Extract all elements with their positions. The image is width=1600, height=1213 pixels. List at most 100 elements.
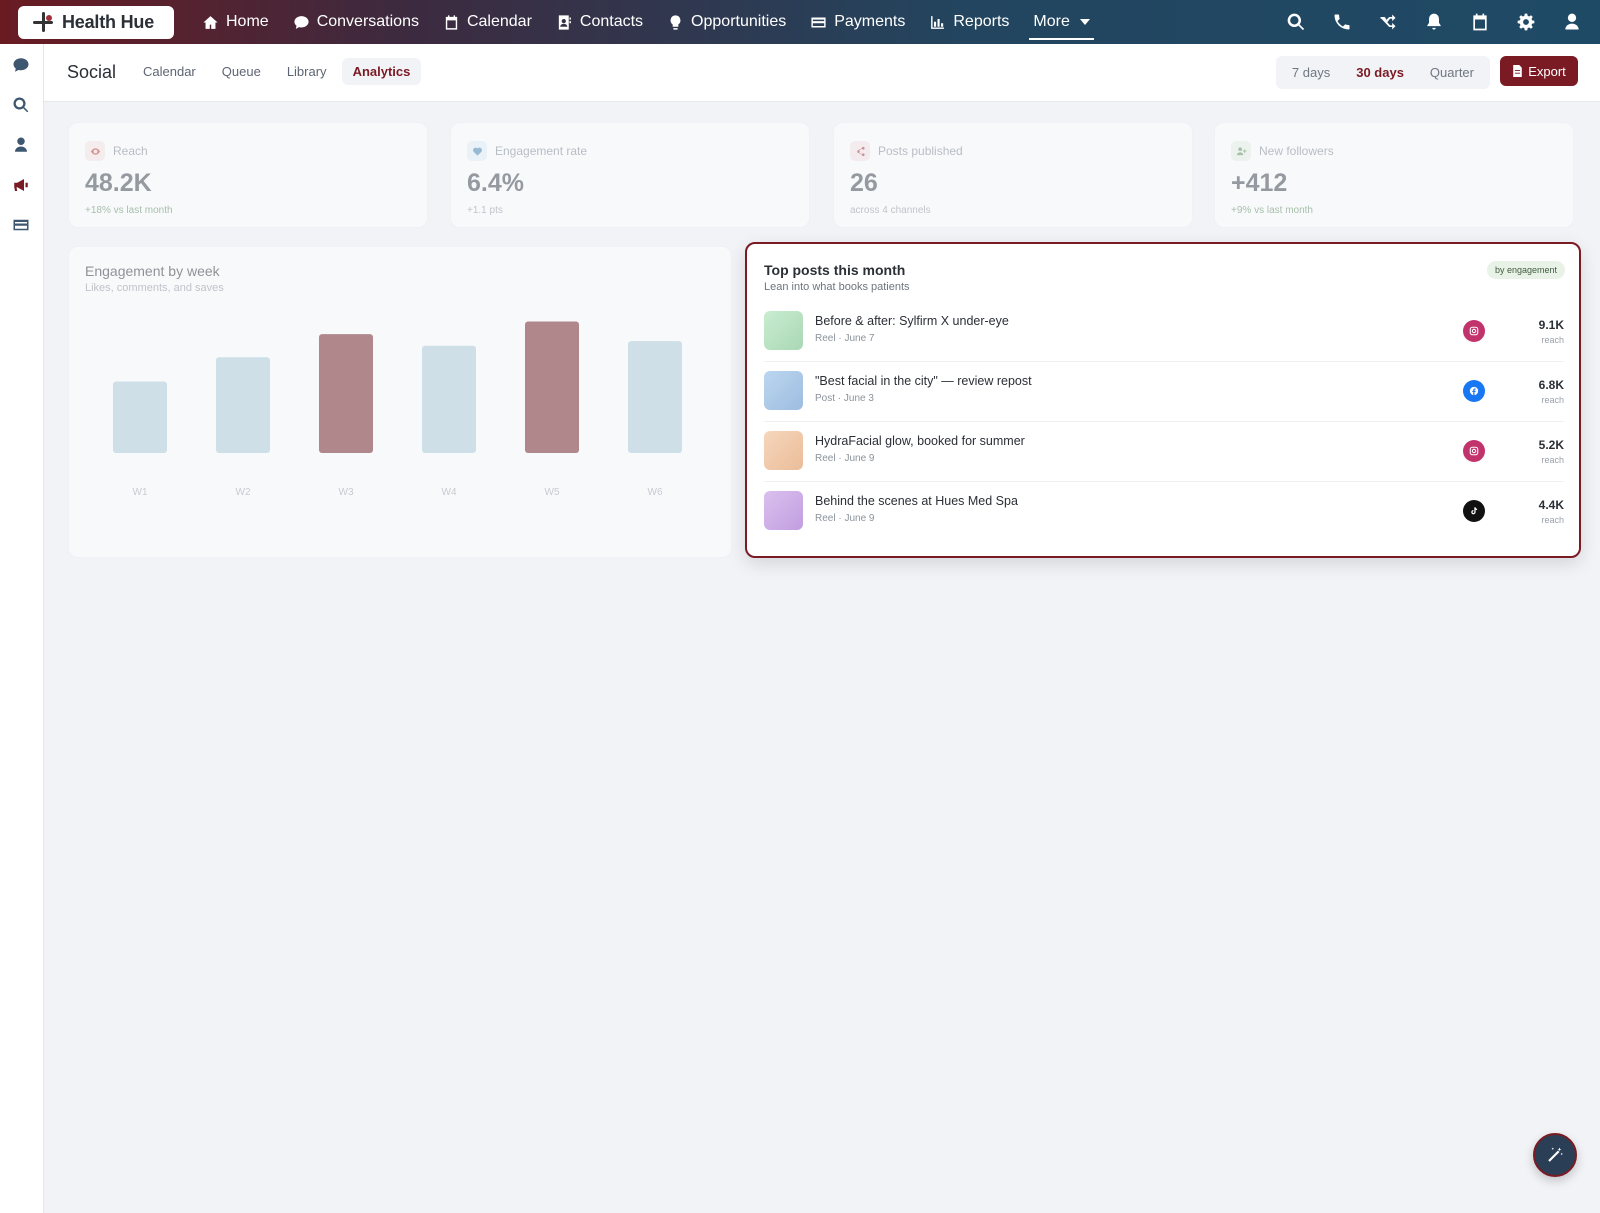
post-thumbnail bbox=[764, 311, 803, 350]
chart-bar-w2 bbox=[216, 357, 270, 453]
brand-logo[interactable]: Health Hue bbox=[18, 5, 174, 39]
engagement-chart-card: Engagement by week Likes, comments, and … bbox=[68, 246, 732, 558]
sub-header: Social Calendar Queue Library Analytics … bbox=[44, 44, 1600, 102]
heart-icon bbox=[467, 141, 487, 161]
ai-assistant-button[interactable] bbox=[1533, 1133, 1577, 1177]
export-label: Export bbox=[1528, 63, 1566, 79]
x-tick-label: W6 bbox=[648, 487, 663, 498]
stat-value: +412 bbox=[1231, 169, 1288, 197]
post-reach-label: reach bbox=[1541, 455, 1564, 465]
gear-icon[interactable] bbox=[1516, 12, 1536, 32]
post-title: Behind the scenes at Hues Med Spa bbox=[815, 494, 1018, 508]
post-reach-value: 4.4K bbox=[1538, 498, 1564, 512]
search-icon[interactable] bbox=[1286, 12, 1306, 32]
chevron-down-icon bbox=[1079, 19, 1090, 25]
stat-card-posts-published: Posts published 26 across 4 channels bbox=[833, 122, 1193, 228]
range-30-days[interactable]: 30 days bbox=[1343, 59, 1417, 86]
nav-item-label: Contacts bbox=[579, 13, 644, 30]
chart-bar-w5 bbox=[525, 321, 579, 453]
x-tick-label: W2 bbox=[236, 487, 251, 498]
rail-item-conversations[interactable] bbox=[12, 56, 32, 76]
rail-item-social[interactable] bbox=[12, 176, 32, 196]
user-icon bbox=[15, 137, 27, 152]
date-range-selector: 7 days 30 days Quarter bbox=[1275, 56, 1490, 89]
rail-item-payments[interactable] bbox=[12, 216, 32, 236]
user-icon[interactable] bbox=[1562, 12, 1582, 32]
tab-calendar[interactable]: Calendar bbox=[132, 58, 207, 85]
instagram-icon bbox=[1463, 320, 1485, 342]
post-title: HydraFacial glow, booked for summer bbox=[815, 434, 1025, 448]
post-title: Before & after: Sylfirm X under-eye bbox=[815, 314, 1009, 328]
nav-item-reports[interactable]: Reports bbox=[917, 0, 1021, 44]
post-meta: Reel · June 7 bbox=[815, 333, 875, 344]
sort-badge: by engagement bbox=[1486, 261, 1565, 279]
nav-item-opportunities[interactable]: Opportunities bbox=[655, 0, 798, 44]
post-row[interactable]: Before & after: Sylfirm X under-eye Reel… bbox=[764, 302, 1564, 362]
post-reach-label: reach bbox=[1541, 515, 1564, 525]
nav-item-label: Calendar bbox=[466, 13, 532, 30]
stat-label: Reach bbox=[113, 144, 148, 158]
nav-item-payments[interactable]: Payments bbox=[798, 0, 917, 44]
chat-bubble-icon bbox=[13, 58, 29, 72]
bell-icon[interactable] bbox=[1424, 12, 1444, 32]
magic-wand-icon bbox=[1548, 1147, 1564, 1162]
user-plus-icon bbox=[1231, 141, 1251, 161]
nav-item-more[interactable]: More bbox=[1021, 0, 1101, 44]
post-reach-value: 9.1K bbox=[1538, 318, 1564, 332]
tab-analytics[interactable]: Analytics bbox=[341, 58, 422, 85]
post-meta: Reel · June 9 bbox=[815, 453, 875, 464]
stat-label: Posts published bbox=[878, 144, 963, 158]
instagram-icon bbox=[1463, 440, 1485, 462]
post-row[interactable]: "Best facial in the city" — review repos… bbox=[764, 362, 1564, 422]
post-title: "Best facial in the city" — review repos… bbox=[815, 374, 1032, 388]
post-row[interactable]: HydraFacial glow, booked for summer Reel… bbox=[764, 422, 1564, 482]
export-button[interactable]: Export bbox=[1500, 56, 1578, 86]
stat-value: 26 bbox=[850, 169, 878, 197]
nav-item-label: Reports bbox=[953, 13, 1010, 30]
stat-value: 6.4% bbox=[467, 169, 524, 197]
brand-mark-icon bbox=[32, 11, 54, 33]
stat-note: +9% vs last month bbox=[1231, 205, 1313, 216]
brand-name: Health Hue bbox=[62, 11, 155, 32]
rail-item-contacts[interactable] bbox=[12, 136, 32, 156]
facebook-icon bbox=[1463, 380, 1485, 402]
tiktok-icon bbox=[1463, 500, 1485, 522]
stat-note: +18% vs last month bbox=[85, 205, 173, 216]
chart-bar-w6 bbox=[628, 341, 682, 453]
range-quarter[interactable]: Quarter bbox=[1417, 59, 1487, 86]
rail-item-search[interactable] bbox=[12, 96, 32, 116]
bar-chart-icon bbox=[931, 15, 945, 29]
calendar-icon bbox=[445, 14, 458, 30]
post-reach-value: 6.8K bbox=[1538, 378, 1564, 392]
credit-card-icon bbox=[811, 17, 826, 27]
stat-card-reach: Reach 48.2K +18% vs last month bbox=[68, 122, 428, 228]
contact-card-icon bbox=[558, 14, 571, 30]
post-thumbnail bbox=[764, 371, 803, 410]
calendar-icon[interactable] bbox=[1470, 12, 1490, 32]
top-navigation-bar: Health Hue Home Conversations Calendar C… bbox=[0, 0, 1600, 44]
nav-item-contacts[interactable]: Contacts bbox=[544, 0, 655, 44]
phone-icon[interactable] bbox=[1332, 12, 1352, 32]
range-7-days[interactable]: 7 days bbox=[1279, 59, 1343, 86]
left-rail bbox=[0, 44, 44, 1213]
post-row[interactable]: Behind the scenes at Hues Med Spa Reel ·… bbox=[764, 482, 1564, 542]
stat-value: 48.2K bbox=[85, 169, 152, 197]
stat-note: across 4 channels bbox=[850, 205, 931, 216]
x-tick-label: W1 bbox=[133, 487, 148, 498]
stat-card-engagement-rate: Engagement rate 6.4% +1.1 pts bbox=[450, 122, 810, 228]
shuffle-icon[interactable] bbox=[1378, 12, 1398, 32]
x-tick-label: W5 bbox=[545, 487, 560, 498]
x-tick-label: W4 bbox=[442, 487, 457, 498]
nav-item-calendar[interactable]: Calendar bbox=[431, 0, 544, 44]
post-reach-label: reach bbox=[1541, 335, 1564, 345]
nav-item-home[interactable]: Home bbox=[190, 0, 281, 44]
nav-item-conversations[interactable]: Conversations bbox=[281, 0, 431, 44]
sub-tabs: Calendar Queue Library Analytics bbox=[132, 58, 422, 85]
post-thumbnail bbox=[764, 431, 803, 470]
chart-bar-w1 bbox=[113, 381, 167, 453]
tab-library[interactable]: Library bbox=[276, 58, 338, 85]
tab-queue[interactable]: Queue bbox=[211, 58, 272, 85]
stat-label: Engagement rate bbox=[495, 144, 588, 158]
x-tick-label: W3 bbox=[339, 487, 354, 498]
credit-card-icon bbox=[13, 219, 29, 231]
